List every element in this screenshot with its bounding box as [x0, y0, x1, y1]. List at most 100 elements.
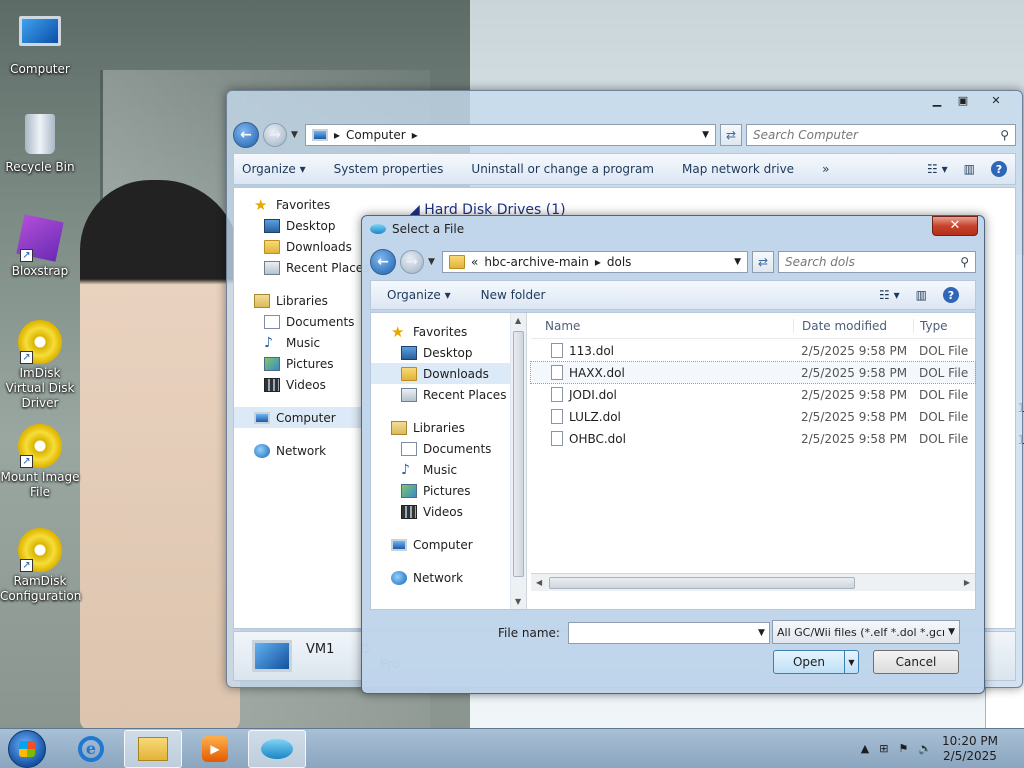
- preview-pane-icon[interactable]: ▥: [964, 162, 975, 176]
- open-button[interactable]: Open ▼: [773, 650, 859, 674]
- refresh-button[interactable]: ⇄: [720, 124, 742, 146]
- scroll-up-icon[interactable]: ▲: [515, 316, 521, 325]
- nav-favorites[interactable]: ★ Favorites: [234, 194, 364, 215]
- desktop-icon-ramdisk[interactable]: ↗ RamDisk Configuration: [0, 528, 81, 604]
- nav-documents[interactable]: Documents: [234, 311, 364, 332]
- desktop-icon-bloxstrap[interactable]: ↗ Bloxstrap: [0, 214, 80, 279]
- volume-icon[interactable]: 🔈: [918, 742, 932, 755]
- column-date-modified[interactable]: Date modified: [793, 318, 913, 333]
- column-type[interactable]: Type: [913, 318, 973, 333]
- desktop-icon-mount-image[interactable]: ↗ Mount Image File: [0, 424, 80, 500]
- new-folder-button[interactable]: New folder: [481, 288, 546, 302]
- dialog-close-button[interactable]: ✕: [932, 216, 978, 236]
- nav-documents[interactable]: Documents: [371, 438, 510, 459]
- chevron-down-icon[interactable]: ▼: [702, 130, 709, 140]
- system-properties-button[interactable]: System properties: [334, 162, 444, 176]
- file-list-hscrollbar[interactable]: ◀ ▶: [531, 573, 975, 591]
- nav-computer[interactable]: Computer: [371, 534, 510, 555]
- nav-videos[interactable]: Videos: [371, 501, 510, 522]
- more-commands-button[interactable]: »: [822, 162, 829, 176]
- forward-button[interactable]: →: [400, 250, 424, 274]
- start-button[interactable]: [8, 729, 46, 768]
- nav-desktop[interactable]: Desktop: [371, 342, 510, 363]
- network-tray-icon[interactable]: ⊞: [879, 742, 888, 755]
- nav-network[interactable]: Network: [234, 440, 364, 461]
- scroll-right-icon[interactable]: ▶: [964, 578, 970, 587]
- dialog-search-input[interactable]: Search dols ⚲: [778, 251, 976, 273]
- chevron-right-icon[interactable]: ▸: [595, 255, 601, 269]
- minimize-button[interactable]: ▁: [924, 91, 950, 109]
- nav-downloads[interactable]: Downloads: [371, 363, 510, 384]
- chevron-down-icon[interactable]: ▼: [948, 627, 955, 637]
- scrollbar-thumb[interactable]: [549, 577, 855, 589]
- taskbar-dolphin[interactable]: [248, 729, 306, 768]
- select-file-dialog[interactable]: Select a File ✕ ← → ▼ « hbc-archive-main…: [361, 215, 985, 694]
- nav-pictures[interactable]: Pictures: [234, 353, 364, 374]
- search-input[interactable]: Search Computer ⚲: [746, 124, 1016, 146]
- file-row-113[interactable]: 113.dol 2/5/2025 9:58 PM DOL File: [531, 340, 975, 361]
- open-split-arrow-icon[interactable]: ▼: [844, 651, 858, 673]
- desktop-icon-computer[interactable]: Computer: [0, 10, 80, 77]
- preview-pane-icon[interactable]: ▥: [916, 288, 927, 302]
- refresh-button[interactable]: ⇄: [752, 251, 774, 273]
- scroll-down-icon[interactable]: ▼: [515, 597, 521, 606]
- desktop-icon-label: Computer: [10, 62, 70, 76]
- help-icon[interactable]: ?: [943, 287, 959, 303]
- breadcrumb-dols[interactable]: dols: [607, 255, 632, 269]
- nav-network[interactable]: Network: [371, 567, 510, 588]
- breadcrumb-hbc-archive-main[interactable]: hbc-archive-main: [484, 255, 589, 269]
- desktop-icon-imdisk[interactable]: ↗ ImDisk Virtual Disk Driver: [0, 320, 80, 411]
- file-row-haxx[interactable]: HAXX.dol 2/5/2025 9:58 PM DOL File: [530, 361, 976, 384]
- file-name-input[interactable]: ▼: [567, 622, 770, 644]
- scrollbar-thumb[interactable]: [513, 331, 524, 577]
- chevron-down-icon[interactable]: ▼: [758, 628, 765, 638]
- cancel-button[interactable]: Cancel: [873, 650, 959, 674]
- taskbar-media-player[interactable]: ▶: [186, 730, 244, 768]
- organize-button[interactable]: Organize ▾: [242, 162, 306, 176]
- nav-libraries[interactable]: Libraries: [371, 417, 510, 438]
- nav-recent-places[interactable]: Recent Places: [234, 257, 369, 278]
- map-network-drive-button[interactable]: Map network drive: [682, 162, 794, 176]
- uninstall-button[interactable]: Uninstall or change a program: [471, 162, 654, 176]
- chevron-down-icon[interactable]: ▼: [734, 257, 741, 267]
- dialog-address-bar[interactable]: « hbc-archive-main ▸ dols ▼: [442, 251, 748, 273]
- file-type-filter[interactable]: All GC/Wii files (*.elf *.dol *.gcr ▼: [772, 620, 960, 644]
- breadcrumb-overflow[interactable]: «: [471, 255, 478, 269]
- close-button[interactable]: ✕: [976, 91, 1016, 109]
- nav-pane-scrollbar[interactable]: ▲ ▼: [511, 313, 527, 609]
- maximize-button[interactable]: ▣: [950, 91, 976, 109]
- nav-computer[interactable]: Computer: [234, 407, 364, 428]
- help-icon[interactable]: ?: [991, 161, 1007, 177]
- desktop-icon-recycle-bin[interactable]: Recycle Bin: [0, 112, 80, 175]
- nav-libraries[interactable]: Libraries: [234, 290, 364, 311]
- address-bar[interactable]: ▸ Computer ▸ ▼: [305, 124, 716, 146]
- file-type: DOL File: [919, 343, 969, 358]
- nav-videos[interactable]: Videos: [234, 374, 364, 395]
- file-row-ohbc[interactable]: OHBC.dol 2/5/2025 9:58 PM DOL File: [531, 428, 975, 449]
- nav-downloads[interactable]: Downloads: [234, 236, 364, 257]
- nav-favorites[interactable]: ★ Favorites: [371, 321, 510, 342]
- action-center-flag-icon[interactable]: ⚑: [898, 742, 908, 755]
- view-options-icon[interactable]: ☷ ▾: [879, 288, 900, 302]
- file-row-jodi[interactable]: JODI.dol 2/5/2025 9:58 PM DOL File: [531, 384, 975, 405]
- history-dropdown-icon[interactable]: ▼: [291, 130, 301, 140]
- organize-button[interactable]: Organize ▾: [387, 288, 451, 302]
- nav-music[interactable]: ♪ Music: [371, 459, 510, 480]
- taskbar-windows-explorer[interactable]: [124, 729, 182, 768]
- show-hidden-icons-icon[interactable]: ▲: [861, 742, 869, 755]
- back-button[interactable]: ←: [370, 249, 396, 275]
- scroll-left-icon[interactable]: ◀: [536, 578, 542, 587]
- history-dropdown-icon[interactable]: ▼: [428, 257, 438, 267]
- column-name[interactable]: Name: [531, 319, 793, 333]
- nav-music[interactable]: ♪ Music: [234, 332, 364, 353]
- taskbar-internet-explorer[interactable]: e: [62, 730, 120, 768]
- back-button[interactable]: ←: [233, 122, 259, 148]
- nav-recent-places[interactable]: Recent Places: [371, 384, 510, 405]
- forward-button[interactable]: →: [263, 123, 287, 147]
- file-icon: [551, 431, 563, 446]
- nav-pictures[interactable]: Pictures: [371, 480, 510, 501]
- file-row-lulz[interactable]: LULZ.dol 2/5/2025 9:58 PM DOL File: [531, 406, 975, 427]
- clock[interactable]: 10:20 PM 2/5/2025: [942, 734, 998, 764]
- nav-desktop[interactable]: Desktop: [234, 215, 364, 236]
- view-options-icon[interactable]: ☷ ▾: [927, 162, 948, 176]
